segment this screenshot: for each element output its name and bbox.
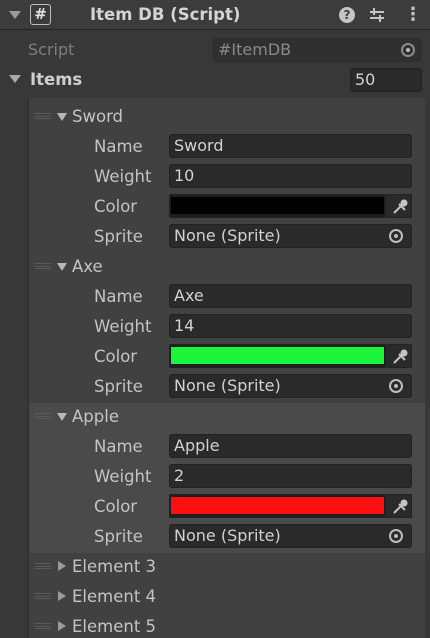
field-label-color: Color [94,197,138,216]
component-title: Item DB (Script) [90,5,241,24]
field-label-sprite: Sprite [94,227,143,246]
sprite-value: None (Sprite) [174,526,281,545]
help-icon[interactable]: ? [339,7,355,23]
script-icon: # [30,4,51,25]
name-input[interactable]: Axe [169,284,412,308]
field-label-name: Name [94,437,143,456]
items-foldout-arrow-icon[interactable] [9,75,21,83]
sprite-value: None (Sprite) [174,376,281,395]
drag-handle-icon[interactable] [35,263,51,269]
field-label-weight: Weight [94,467,152,486]
weight-input[interactable]: 14 [169,314,412,338]
element-foldout-arrow-icon[interactable] [57,113,67,121]
field-label-sprite: Sprite [94,377,143,396]
element-title[interactable]: Apple [72,407,119,426]
field-label-sprite: Sprite [94,527,143,546]
element-expand-arrow-icon[interactable] [58,561,66,571]
settings-sliders-icon[interactable] [367,5,387,25]
script-hash-icon: # [218,40,232,59]
collapsed-element-title[interactable]: Element 4 [72,587,156,606]
drag-handle-icon[interactable] [35,623,51,629]
object-picker-icon [401,43,415,57]
name-input[interactable]: Sword [169,134,412,158]
object-picker-icon[interactable] [389,529,403,543]
field-label-color: Color [94,497,138,516]
element-expand-arrow-icon[interactable] [58,591,66,601]
element-foldout-arrow-icon[interactable] [57,413,67,421]
component-header[interactable]: # Item DB (Script) ? ⋮ [0,0,430,30]
color-swatch [171,347,384,364]
field-label-weight: Weight [94,167,152,186]
field-label-name: Name [94,287,143,306]
object-picker-icon[interactable] [389,379,403,393]
script-field: #ItemDB [213,38,421,62]
sprite-value: None (Sprite) [174,226,281,245]
sprite-field[interactable]: None (Sprite) [169,224,412,248]
eyedropper-icon[interactable] [386,194,412,218]
drag-handle-icon[interactable] [35,413,51,419]
color-swatch [171,497,384,514]
field-label-color: Color [94,347,138,366]
items-size-input[interactable]: 50 [350,68,422,92]
kebab-menu-icon[interactable]: ⋮ [403,5,423,25]
color-field[interactable] [169,344,386,368]
eyedropper-icon[interactable] [386,494,412,518]
color-field[interactable] [169,194,386,218]
script-value: ItemDB [231,40,292,59]
collapse-arrow-icon[interactable] [9,11,21,19]
element-title[interactable]: Sword [72,107,123,126]
field-label-name: Name [94,137,143,156]
element-foldout-arrow-icon[interactable] [57,263,67,271]
field-label-weight: Weight [94,317,152,336]
sprite-field[interactable]: None (Sprite) [169,524,412,548]
drag-handle-icon[interactable] [35,563,51,569]
object-picker-icon[interactable] [389,229,403,243]
eyedropper-icon[interactable] [386,344,412,368]
color-field[interactable] [169,494,386,518]
drag-handle-icon[interactable] [35,113,51,119]
collapsed-element-title[interactable]: Element 5 [72,617,156,636]
weight-input[interactable]: 2 [169,464,412,488]
collapsed-element-title[interactable]: Element 3 [72,557,156,576]
color-swatch [171,197,384,214]
drag-handle-icon[interactable] [35,593,51,599]
element-expand-arrow-icon[interactable] [58,621,66,631]
name-input[interactable]: Apple [169,434,412,458]
element-title[interactable]: Axe [72,257,103,276]
items-label[interactable]: Items [30,70,82,89]
script-label: Script [28,40,75,59]
sprite-field[interactable]: None (Sprite) [169,374,412,398]
weight-input[interactable]: 10 [169,164,412,188]
